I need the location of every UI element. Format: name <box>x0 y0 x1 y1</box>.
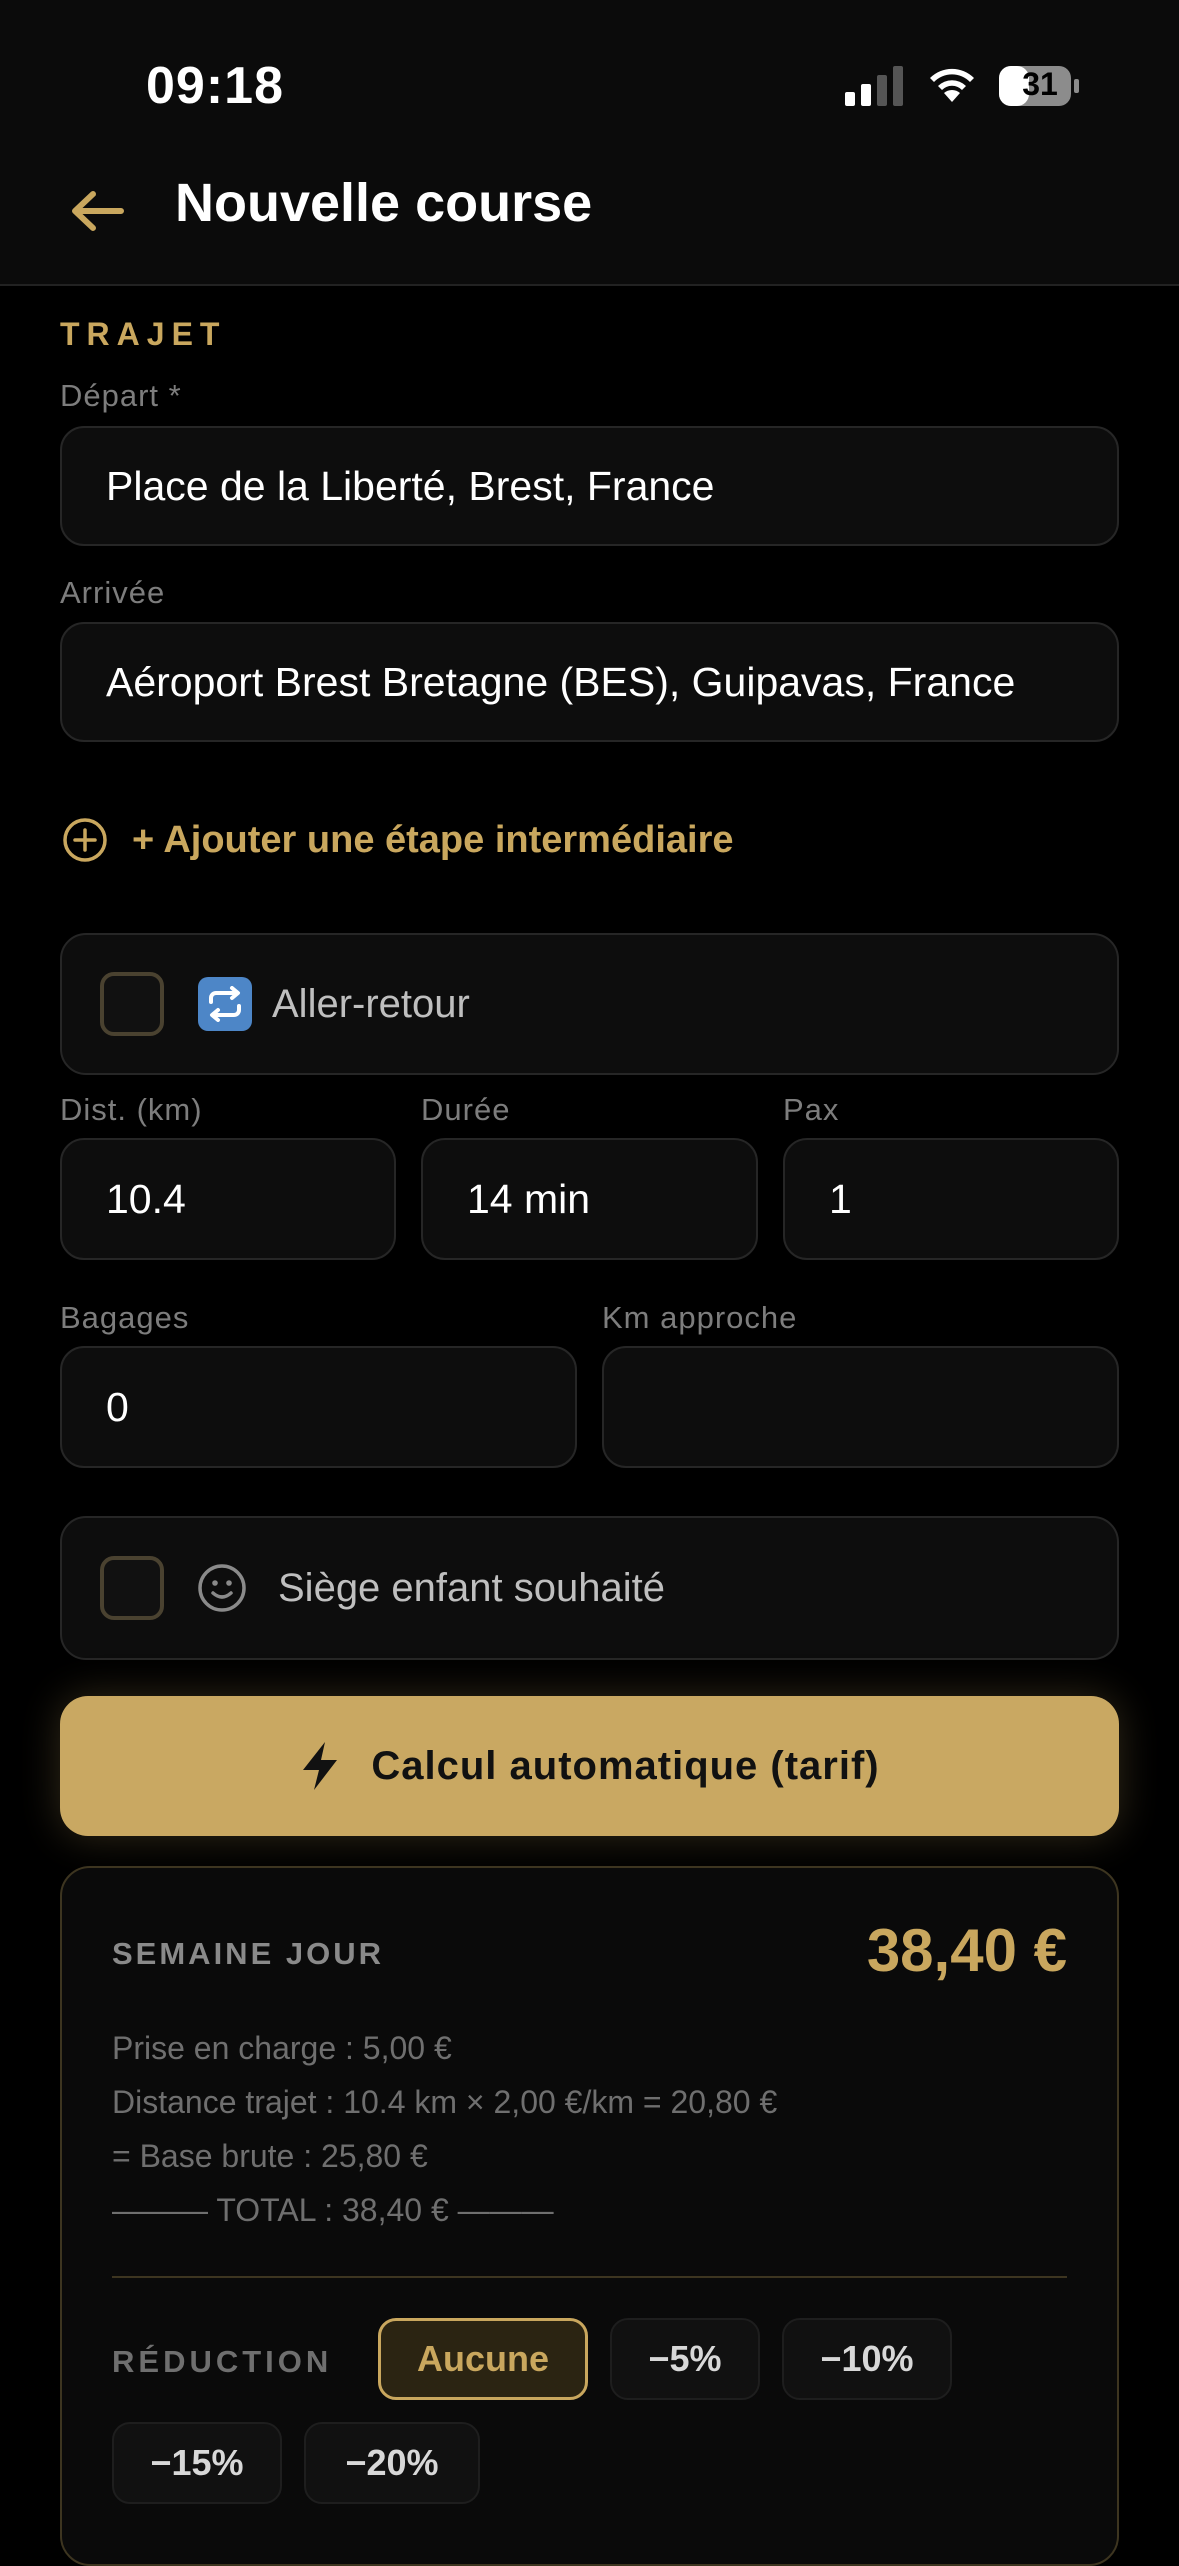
plus-circle-icon <box>63 818 107 862</box>
reduction-chip-20[interactable]: −20% <box>304 2422 480 2504</box>
reduction-chip-5[interactable]: −5% <box>610 2318 760 2400</box>
tariff-card: SEMAINE JOUR 38,40 € Prise en charge : 5… <box>60 1866 1119 2566</box>
cellular-signal-icon <box>845 66 903 106</box>
child-seat-row[interactable]: Siège enfant souhaité <box>60 1516 1119 1660</box>
reduction-chip-10[interactable]: −10% <box>782 2318 952 2400</box>
wifi-icon <box>930 68 974 102</box>
approach-km-input[interactable] <box>602 1346 1119 1468</box>
tariff-name: SEMAINE JOUR <box>112 1936 384 1971</box>
status-time: 09:18 <box>146 57 284 115</box>
child-seat-checkbox[interactable] <box>100 1556 164 1620</box>
child-seat-label: Siège enfant souhaité <box>278 1565 665 1610</box>
round-trip-checkbox[interactable] <box>100 972 164 1036</box>
top-app-bar: Nouvelle course <box>0 150 1179 286</box>
breakdown-line: Distance trajet : 10.4 km × 2,00 €/km = … <box>112 2084 778 2120</box>
divider <box>112 2276 1067 2278</box>
repeat-icon <box>198 977 252 1031</box>
auto-calculate-label: Calcul automatique (tarif) <box>371 1743 880 1788</box>
breakdown-total-line: ——— TOTAL : 38,40 € ——— <box>112 2192 554 2228</box>
auto-calculate-button[interactable]: Calcul automatique (tarif) <box>60 1696 1119 1836</box>
approach-km-label: Km approche <box>602 1300 798 1335</box>
add-stop-button[interactable]: + Ajouter une étape intermédiaire <box>62 815 734 865</box>
pax-label: Pax <box>783 1092 840 1127</box>
section-title-trajet: TRAJET <box>60 316 227 352</box>
page-title: Nouvelle course <box>175 173 593 233</box>
add-stop-label: + Ajouter une étape intermédiaire <box>132 818 734 861</box>
smiley-face-icon <box>198 1564 246 1612</box>
arrivee-label: Arrivée <box>60 575 166 610</box>
duration-label: Durée <box>421 1092 511 1127</box>
distance-input[interactable]: 10.4 <box>60 1138 396 1260</box>
arrivee-input[interactable]: Aéroport Brest Bretagne (BES), Guipavas,… <box>60 622 1119 742</box>
back-button[interactable] <box>62 176 132 246</box>
duration-input[interactable]: 14 min <box>421 1138 758 1260</box>
tariff-total: 38,40 € <box>866 1917 1067 1984</box>
battery-level: 31 <box>1022 66 1058 102</box>
round-trip-label: Aller-retour <box>272 981 470 1026</box>
breakdown-line: Prise en charge : 5,00 € <box>112 2030 452 2066</box>
lightning-bolt-icon <box>303 1742 338 1790</box>
depart-label: Départ * <box>60 378 182 413</box>
depart-input[interactable]: Place de la Liberté, Brest, France <box>60 426 1119 546</box>
distance-label: Dist. (km) <box>60 1092 203 1127</box>
breakdown-line: = Base brute : 25,80 € <box>112 2138 428 2174</box>
pax-input[interactable]: 1 <box>783 1138 1119 1260</box>
reduction-label: RÉDUCTION <box>112 2344 333 2379</box>
reduction-chip-none[interactable]: Aucune <box>378 2318 588 2400</box>
luggage-input[interactable]: 0 <box>60 1346 577 1468</box>
round-trip-row[interactable]: Aller-retour <box>60 933 1119 1075</box>
luggage-label: Bagages <box>60 1300 190 1335</box>
arrow-left-icon <box>72 191 124 231</box>
reduction-chip-15[interactable]: −15% <box>112 2422 282 2504</box>
status-bar: 09:18 31 <box>0 0 1179 150</box>
